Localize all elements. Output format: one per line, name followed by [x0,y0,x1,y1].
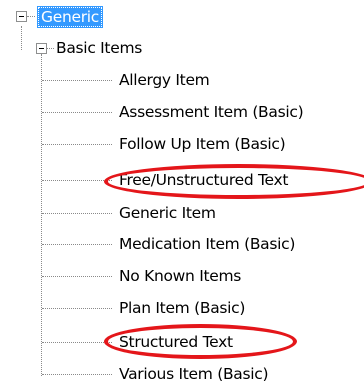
tree-connector [42,213,112,214]
highlight-oval [104,164,364,199]
minus-box-icon[interactable] [16,11,27,22]
tree-item-assessment[interactable]: Assessment Item (Basic) [119,102,304,122]
tree-item-follow-up[interactable]: Follow Up Item (Basic) [119,134,286,154]
tree-connector [27,16,35,17]
tree-connector [42,308,112,309]
tree-connector [42,112,112,113]
tree-item-no-known[interactable]: No Known Items [119,266,241,286]
tree-connector [47,48,54,49]
tree-item-plan[interactable]: Plan Item (Basic) [119,298,245,318]
tree-node-basic-items[interactable]: Basic Items [56,38,142,58]
tree-connector [42,180,112,181]
tree-connector [42,244,112,245]
tree-connector [42,374,112,375]
tree-connector [21,26,22,50]
tree-node-generic[interactable]: Generic [36,6,104,28]
highlight-oval [104,324,297,359]
tree-item-allergy[interactable]: Allergy Item [119,70,210,90]
tree-item-generic[interactable]: Generic Item [119,203,216,223]
tree-item-medication[interactable]: Medication Item (Basic) [119,234,295,254]
tree-connector [42,144,112,145]
tree-connector [42,342,112,343]
tree-connector [42,80,112,81]
minus-box-icon[interactable] [36,43,47,54]
tree-view: Generic Basic Items Allergy Item Assessm… [0,0,364,385]
tree-item-various[interactable]: Various Item (Basic) [119,364,269,384]
tree-connector [42,276,112,277]
tree-connector [41,54,42,376]
